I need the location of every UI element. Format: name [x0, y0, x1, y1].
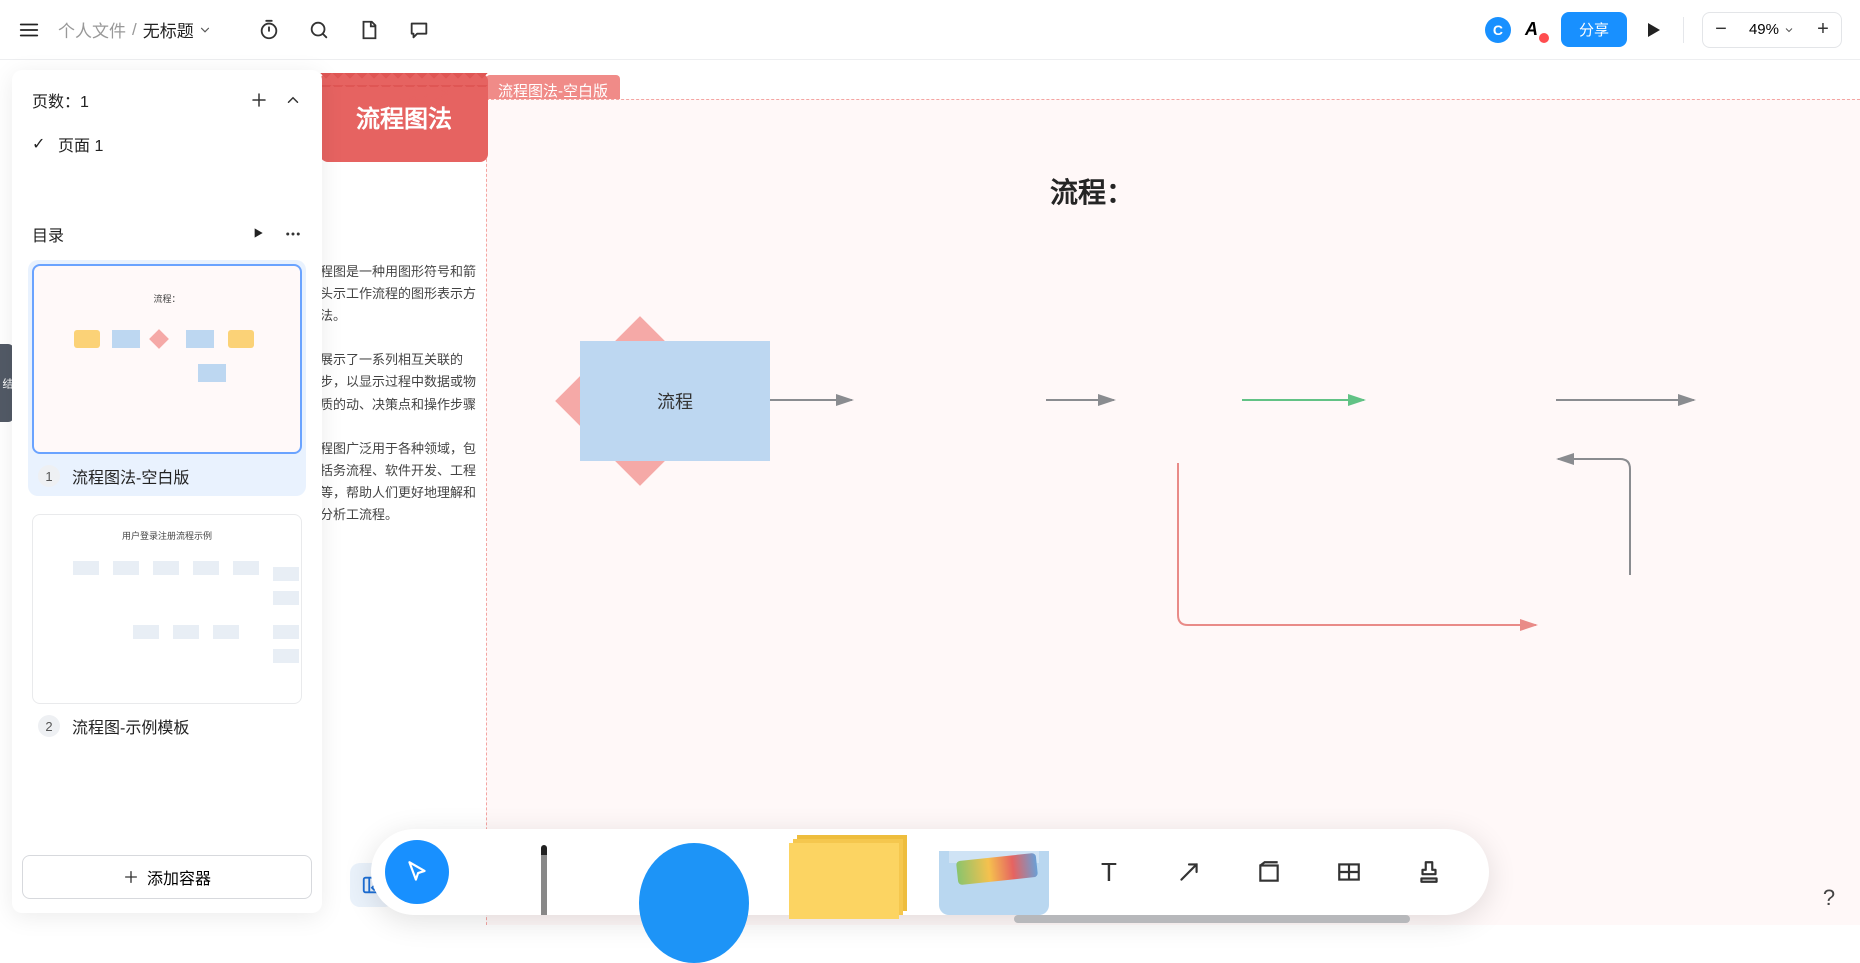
stamp-icon — [1416, 859, 1442, 885]
zoom-in-button[interactable]: + — [1805, 13, 1841, 47]
shape-tool[interactable] — [639, 835, 749, 915]
flow-title[interactable]: 流程： — [1050, 171, 1134, 211]
horizontal-scrollbar[interactable] — [1014, 915, 1410, 923]
pages-header: 页数：1 — [22, 84, 312, 126]
templates-tool[interactable] — [939, 835, 1049, 915]
breadcrumb-sep: / — [132, 20, 137, 40]
divider — [1683, 17, 1684, 43]
search-icon[interactable] — [308, 19, 330, 41]
breadcrumb-title[interactable]: 无标题 — [143, 17, 212, 42]
present-icon[interactable] — [1641, 18, 1665, 42]
doc-title: 无标题 — [143, 17, 194, 42]
frame-icon — [1256, 859, 1282, 885]
container-index: 2 — [38, 715, 60, 737]
connector-tool[interactable] — [1169, 852, 1209, 892]
arrow-icon — [1176, 859, 1202, 885]
frame-tool[interactable] — [1249, 852, 1289, 892]
menu-icon[interactable] — [18, 19, 40, 41]
check-icon: ✓ — [32, 134, 48, 154]
sticky-icon — [789, 843, 899, 919]
table-icon — [1336, 859, 1362, 885]
container-label-2: 2 流程图-示例模板 — [32, 704, 302, 742]
comment-icon[interactable] — [408, 19, 430, 41]
topbar-right: C A 分享 − 49% + — [1485, 12, 1842, 48]
pages-label: 页数：1 — [32, 88, 89, 112]
intro-text: 程图是一种用图形符号和箭头示工作流程的图形表示方法。 展示了一系列相互关联的步，… — [320, 261, 488, 526]
zoom-value[interactable]: 49% — [1739, 21, 1805, 38]
stamp-tool[interactable] — [1409, 852, 1449, 892]
chevron-down-icon — [1783, 24, 1795, 36]
container-index: 1 — [38, 465, 60, 487]
toolbar-icons — [258, 19, 430, 41]
add-container-button[interactable]: 添加容器 — [22, 855, 312, 899]
pen-icon — [541, 845, 547, 915]
container-card-2[interactable]: 用户登录注册流程示例 2 流程图-示例模板 — [28, 510, 306, 746]
container-list: 流程： 1 流程图法-空白版 用户登录注册流程示例 — [22, 256, 312, 855]
container-name: 流程图法-空白版 — [72, 464, 189, 488]
font-warning-icon[interactable]: A — [1525, 19, 1547, 41]
folder-icon — [939, 851, 1049, 915]
tool-dock: T — [371, 829, 1489, 915]
page-item-1[interactable]: ✓ 页面 1 — [22, 126, 312, 162]
plus-icon — [123, 869, 139, 885]
page-name: 页面 1 — [58, 132, 103, 156]
table-tool[interactable] — [1329, 852, 1369, 892]
zoom-controls: − 49% + — [1702, 12, 1842, 48]
topbar-left: 个人文件 / 无标题 — [18, 17, 430, 42]
breadcrumb: 个人文件 / 无标题 — [58, 17, 212, 42]
play-icon[interactable] — [250, 225, 266, 241]
chevron-down-icon[interactable] — [198, 23, 212, 37]
sticky-tool[interactable] — [789, 835, 899, 915]
cursor-tool[interactable] — [385, 840, 449, 904]
toc-label: 目录 — [32, 222, 64, 246]
warning-dot — [1539, 33, 1549, 43]
circle-icon — [639, 843, 749, 963]
breadcrumb-folder[interactable]: 个人文件 — [58, 17, 126, 42]
toc-header: 目录 — [22, 218, 312, 256]
collapse-icon[interactable] — [284, 91, 302, 109]
timer-icon[interactable] — [258, 19, 280, 41]
more-icon[interactable] — [284, 225, 302, 243]
share-button[interactable]: 分享 — [1561, 12, 1627, 47]
container-thumb-2: 用户登录注册流程示例 — [32, 514, 302, 704]
text-tool[interactable]: T — [1089, 852, 1129, 892]
node-process-no[interactable]: 流程 — [580, 341, 770, 461]
topbar: 个人文件 / 无标题 C A 分享 − 49% + — [0, 0, 1860, 60]
zoom-out-button[interactable]: − — [1703, 13, 1739, 47]
avatar[interactable]: C — [1485, 17, 1511, 43]
squiggle-arrow-icon: 〰➹ — [395, 71, 457, 124]
container-label-1: 1 流程图法-空白版 — [32, 454, 302, 492]
frame-border — [486, 99, 1860, 925]
container-name: 流程图-示例模板 — [72, 714, 189, 738]
container-card-1[interactable]: 流程： 1 流程图法-空白版 — [28, 260, 306, 496]
pages-panel: 页数：1 ✓ 页面 1 目录 流程： — [12, 70, 322, 913]
container-thumb-1: 流程： — [32, 264, 302, 454]
cursor-icon — [404, 859, 430, 885]
help-button[interactable]: ? — [1814, 883, 1844, 913]
page-icon[interactable] — [358, 19, 380, 41]
pen-tool[interactable] — [489, 835, 599, 915]
add-page-icon[interactable] — [250, 91, 268, 109]
